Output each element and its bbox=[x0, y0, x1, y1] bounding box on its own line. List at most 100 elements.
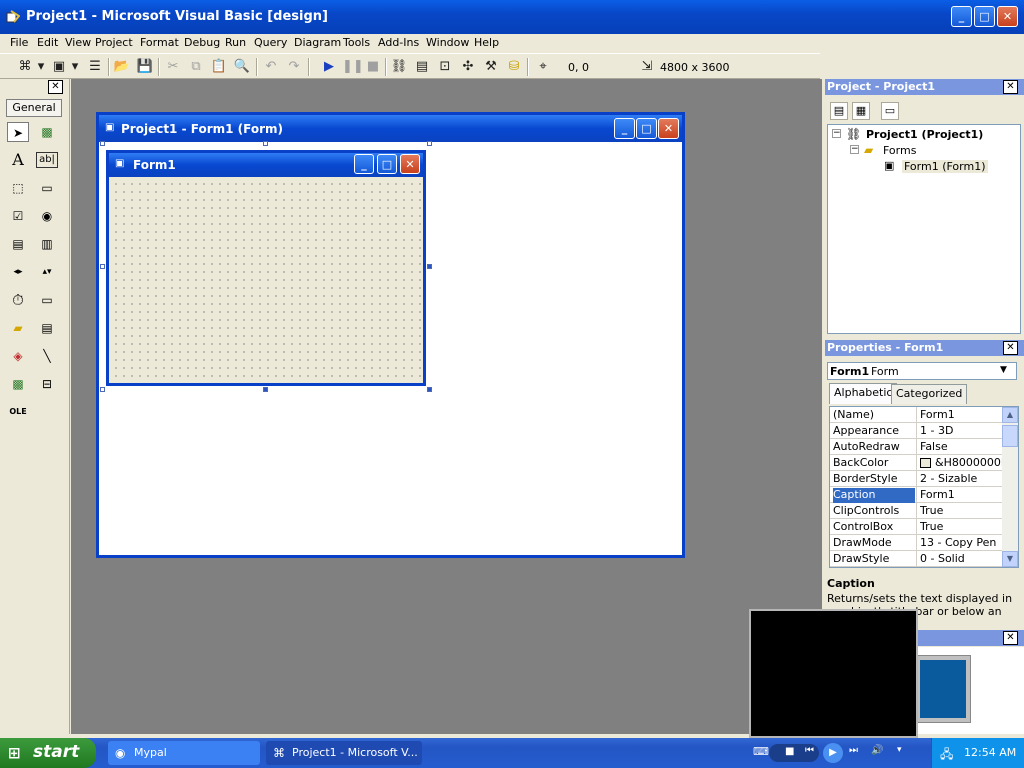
pointer-tool-icon[interactable]: ➤ bbox=[7, 122, 29, 142]
menu-project[interactable]: Project bbox=[95, 36, 133, 49]
table-row[interactable]: Appearance 1 - 3D bbox=[830, 423, 1002, 439]
table-row[interactable]: DrawStyle 0 - Solid bbox=[830, 551, 1002, 567]
collapse-icon[interactable]: − bbox=[850, 145, 859, 154]
view-object-icon[interactable]: ▦ bbox=[852, 102, 870, 120]
optionbutton-tool-icon[interactable]: ◉ bbox=[36, 206, 58, 226]
table-row[interactable]: BackColor &H8000000F bbox=[830, 455, 1002, 471]
add-form-icon[interactable]: ▣ bbox=[50, 58, 68, 76]
chevron-down-icon[interactable]: ▾ bbox=[70, 58, 80, 76]
redo-icon[interactable]: ↷ bbox=[285, 58, 303, 76]
data-tool-icon[interactable]: ⊟ bbox=[36, 374, 58, 394]
commandbutton-tool-icon[interactable]: ▭ bbox=[36, 178, 58, 198]
minimize-button[interactable]: _ bbox=[614, 118, 635, 139]
table-row[interactable]: ControlBox True bbox=[830, 519, 1002, 535]
table-row[interactable]: Caption Form1 bbox=[830, 487, 1002, 503]
maximize-button[interactable]: □ bbox=[974, 6, 995, 27]
tree-project-root[interactable]: Project1 (Project1) bbox=[866, 128, 983, 141]
chevron-down-icon[interactable]: ▾ bbox=[36, 58, 46, 76]
menu-edit[interactable]: Edit bbox=[37, 36, 58, 49]
toggle-folders-icon[interactable]: ▭ bbox=[881, 102, 899, 120]
menu-query[interactable]: Query bbox=[254, 36, 287, 49]
menu-help[interactable]: Help bbox=[474, 36, 499, 49]
tree-forms-folder[interactable]: Forms bbox=[883, 144, 916, 157]
close-button[interactable]: ✕ bbox=[658, 118, 679, 139]
image-tool-icon[interactable]: ▩ bbox=[7, 374, 29, 394]
chevron-down-icon[interactable]: ▼ bbox=[1000, 365, 1007, 375]
table-row[interactable]: AutoRedraw False bbox=[830, 439, 1002, 455]
tree-form1-item[interactable]: Form1 (Form1) bbox=[902, 160, 988, 173]
picturebox-tool-icon[interactable]: ▩ bbox=[36, 122, 58, 142]
sizing-handle[interactable] bbox=[427, 387, 432, 392]
minimize-button[interactable]: _ bbox=[951, 6, 972, 27]
next-icon[interactable]: ⏭ bbox=[849, 745, 858, 756]
play-icon[interactable]: ▶ bbox=[823, 743, 843, 763]
tab-categorized[interactable]: Categorized bbox=[891, 384, 968, 404]
task-mypal[interactable]: ◉ Mypal bbox=[108, 741, 260, 765]
data-view-icon[interactable]: ⛁ bbox=[505, 58, 523, 76]
menu-file[interactable]: File bbox=[10, 36, 28, 49]
object-browser-icon[interactable]: ✣ bbox=[459, 58, 477, 76]
stop-icon[interactable]: ■ bbox=[364, 58, 382, 76]
listbox-tool-icon[interactable]: ▥ bbox=[36, 234, 58, 254]
menu-view[interactable]: View bbox=[65, 36, 91, 49]
copy-icon[interactable]: ⧉ bbox=[187, 58, 205, 76]
textbox-tool-icon[interactable]: ab| bbox=[36, 152, 58, 168]
close-icon[interactable]: ✕ bbox=[1003, 80, 1018, 94]
sizing-handle[interactable] bbox=[263, 387, 268, 392]
line-tool-icon[interactable]: ╲ bbox=[36, 346, 58, 366]
task-visual-basic[interactable]: ⌘ Project1 - Microsoft V... bbox=[266, 741, 422, 765]
maximize-button[interactable]: □ bbox=[636, 118, 657, 139]
cut-icon[interactable]: ✂ bbox=[164, 58, 182, 76]
save-icon[interactable]: 💾 bbox=[136, 58, 154, 76]
toolbox-icon[interactable]: ⚒ bbox=[482, 58, 500, 76]
timer-tool-icon[interactable]: ⏱ bbox=[7, 290, 29, 310]
chevron-down-icon[interactable]: ▾ bbox=[897, 745, 902, 755]
menu-tools[interactable]: Tools bbox=[343, 36, 370, 49]
close-button[interactable]: ✕ bbox=[997, 6, 1018, 27]
volume-icon[interactable]: 🔊 bbox=[871, 745, 883, 756]
shape-tool-icon[interactable]: ◈ bbox=[7, 346, 29, 366]
run-icon[interactable]: ▶ bbox=[320, 58, 338, 76]
view-code-icon[interactable]: ▤ bbox=[830, 102, 848, 120]
sizing-handle[interactable] bbox=[427, 264, 432, 269]
menu-format[interactable]: Format bbox=[140, 36, 179, 49]
pause-icon[interactable]: ❚❚ bbox=[342, 58, 364, 76]
form-layout-icon[interactable]: ⊡ bbox=[436, 58, 454, 76]
filelistbox-tool-icon[interactable]: ▤ bbox=[36, 318, 58, 338]
vscrollbar-tool-icon[interactable]: ▴▾ bbox=[36, 262, 58, 282]
clock[interactable]: 12:54 AM bbox=[964, 746, 1016, 759]
frame-tool-icon[interactable]: ⬚ bbox=[7, 178, 29, 198]
paste-icon[interactable]: 📋 bbox=[210, 58, 228, 76]
drivelistbox-tool-icon[interactable]: ▭ bbox=[36, 290, 58, 310]
close-icon[interactable]: ✕ bbox=[1003, 631, 1018, 645]
table-row[interactable]: BorderStyle 2 - Sizable bbox=[830, 471, 1002, 487]
add-project-icon[interactable]: ⌘ bbox=[16, 58, 34, 76]
stop-icon[interactable]: ■ bbox=[785, 746, 794, 757]
undo-icon[interactable]: ↶ bbox=[262, 58, 280, 76]
form1-design-surface[interactable]: ▣ Form1 _ □ ✕ bbox=[106, 150, 426, 386]
menu-editor-icon[interactable]: ☰ bbox=[86, 58, 104, 76]
scroll-thumb[interactable] bbox=[1002, 425, 1018, 447]
collapse-icon[interactable]: − bbox=[832, 129, 841, 138]
menu-run[interactable]: Run bbox=[225, 36, 246, 49]
combobox-tool-icon[interactable]: ▤ bbox=[7, 234, 29, 254]
network-icon[interactable]: 🖧 bbox=[940, 745, 953, 766]
tab-alphabetic[interactable]: Alphabetic bbox=[829, 383, 898, 404]
form1-grid[interactable] bbox=[109, 177, 423, 383]
open-folder-icon[interactable]: 📂 bbox=[113, 58, 131, 76]
close-icon[interactable]: ✕ bbox=[48, 80, 63, 94]
find-icon[interactable]: 🔍 bbox=[233, 58, 251, 76]
toolbox-tab-general[interactable]: General bbox=[6, 99, 62, 117]
menu-add-ins[interactable]: Add-Ins bbox=[378, 36, 419, 49]
menu-window[interactable]: Window bbox=[426, 36, 469, 49]
start-button[interactable]: ⊞ start bbox=[0, 738, 96, 768]
ole-tool-icon[interactable]: OLE bbox=[7, 402, 29, 422]
scroll-up-icon[interactable]: ▲ bbox=[1002, 407, 1018, 423]
close-icon[interactable]: ✕ bbox=[1003, 341, 1018, 355]
property-scrollbar[interactable]: ▲ ▼ bbox=[1002, 407, 1018, 567]
table-row[interactable]: (Name) Form1 bbox=[830, 407, 1002, 423]
checkbox-tool-icon[interactable]: ☑ bbox=[7, 206, 29, 226]
hscrollbar-tool-icon[interactable]: ◂▸ bbox=[7, 262, 29, 282]
properties-window-icon[interactable]: ▤ bbox=[413, 58, 431, 76]
label-tool-icon[interactable]: A bbox=[7, 150, 29, 170]
